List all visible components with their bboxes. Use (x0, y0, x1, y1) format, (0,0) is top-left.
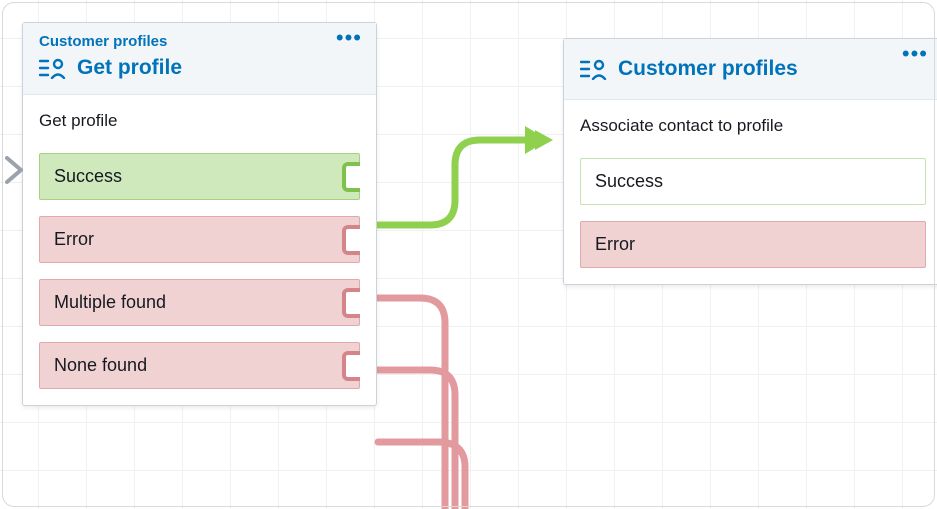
branch-error[interactable]: Error (39, 216, 360, 263)
block-body: Associate contact to profile Success Err… (564, 100, 937, 284)
flow-block-customer-profiles[interactable]: Customer profiles ••• Associate contact … (563, 38, 937, 285)
block-title: Get profile (77, 56, 182, 80)
customer-profiles-icon (580, 58, 608, 80)
output-port[interactable] (342, 162, 360, 192)
block-header: Customer profiles ••• (564, 39, 937, 100)
branch-label: Success (595, 171, 663, 191)
output-port[interactable] (342, 351, 360, 381)
flow-block-get-profile[interactable]: Customer profiles Get profile ••• Get pr… (22, 22, 377, 406)
block-category: Customer profiles (39, 33, 362, 50)
output-port[interactable] (342, 225, 360, 255)
branch-none-found[interactable]: None found (39, 342, 360, 389)
branch-success[interactable]: Success (580, 158, 926, 205)
block-body: Get profile Success Error Multiple found… (23, 95, 376, 405)
branch-label: Success (54, 166, 122, 186)
input-port-icon (5, 156, 25, 189)
output-port[interactable] (342, 288, 360, 318)
branch-label: None found (54, 355, 147, 375)
branch-multiple-found[interactable]: Multiple found (39, 279, 360, 326)
block-action-label: Associate contact to profile (580, 116, 926, 136)
branch-label: Error (54, 229, 94, 249)
branch-success[interactable]: Success (39, 153, 360, 200)
block-menu-button[interactable]: ••• (336, 33, 362, 43)
block-header: Customer profiles Get profile ••• (23, 23, 376, 95)
branch-error[interactable]: Error (580, 221, 926, 268)
branch-label: Error (595, 234, 635, 254)
block-menu-button[interactable]: ••• (902, 49, 928, 59)
block-action-label: Get profile (39, 111, 360, 131)
block-title: Customer profiles (618, 57, 798, 81)
customer-profiles-icon (39, 57, 67, 79)
branch-label: Multiple found (54, 292, 166, 312)
